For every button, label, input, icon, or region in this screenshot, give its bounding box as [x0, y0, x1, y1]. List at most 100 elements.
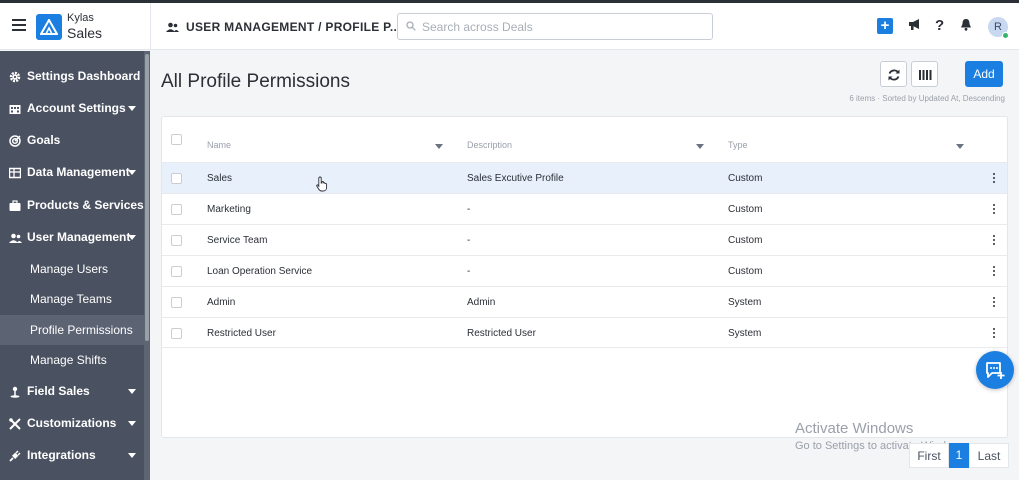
online-status-dot [1002, 32, 1009, 39]
row-checkbox[interactable] [171, 204, 182, 215]
sidebar-item-products-services[interactable]: Products & Services [0, 190, 144, 220]
chevron-down-icon [128, 421, 136, 426]
sidebar-item-label: Products & Services [27, 198, 144, 212]
chevron-down-icon [128, 106, 136, 111]
sidebar-subitem-manage-shifts[interactable]: Manage Shifts [0, 345, 144, 375]
building-icon [9, 102, 21, 114]
sidebar-item-data-management[interactable]: Data Management [0, 157, 144, 187]
column-header-description[interactable]: Description [467, 140, 512, 150]
cell-type: Custom [728, 204, 763, 215]
search-input[interactable] [422, 18, 702, 36]
sidebar-subitem-label: Manage Users [30, 262, 109, 276]
sidebar-subitem-label: Manage Teams [30, 292, 112, 306]
refresh-button[interactable] [880, 61, 907, 87]
cell-name[interactable]: Sales [207, 173, 232, 184]
sidebar-item-integrations[interactable]: Integrations [0, 440, 144, 470]
table-row[interactable]: Sales Sales Excutive Profile Custom [162, 162, 1007, 193]
sidebar-item-goals[interactable]: Goals [0, 125, 144, 155]
pagination-last[interactable]: Last [969, 443, 1009, 468]
table-row[interactable]: Restricted User Restricted User System [162, 317, 1007, 348]
cell-name[interactable]: Restricted User [207, 328, 276, 339]
column-header-name[interactable]: Name [207, 140, 231, 150]
cell-description: - [467, 235, 471, 246]
row-checkbox[interactable] [171, 173, 182, 184]
sidebar-subitem-label: Profile Permissions [30, 323, 133, 337]
plug-icon [9, 449, 21, 462]
cell-type: System [728, 328, 762, 339]
sidebar-subitem-manage-users[interactable]: Manage Users [0, 254, 144, 284]
hand-cursor-icon [316, 176, 328, 197]
more-options-icon[interactable] [993, 173, 996, 184]
cell-name[interactable]: Service Team [207, 235, 267, 246]
chevron-down-icon[interactable] [696, 144, 704, 149]
table-row[interactable]: Service Team - Custom [162, 224, 1007, 255]
cell-description: - [467, 204, 471, 215]
megaphone-icon[interactable] [908, 18, 922, 36]
sidebar-item-account-settings[interactable]: Account Settings [0, 93, 144, 123]
chat-add-icon [986, 362, 1005, 379]
bell-icon[interactable] [960, 18, 972, 36]
sidebar-item-label: Customizations [27, 416, 117, 430]
table-row[interactable]: Loan Operation Service - Custom [162, 255, 1007, 286]
cell-type: Custom [728, 173, 763, 184]
target-icon [9, 134, 21, 147]
cell-type: System [728, 297, 762, 308]
users-icon [166, 20, 179, 38]
chevron-down-icon[interactable] [956, 144, 964, 149]
more-options-icon[interactable] [993, 204, 996, 215]
sidebar-item-settings-dashboard[interactable]: Settings Dashboard [0, 61, 144, 91]
select-all-checkbox[interactable] [171, 134, 182, 145]
quick-add-button[interactable]: + [877, 18, 893, 34]
cell-name[interactable]: Marketing [207, 204, 251, 215]
chat-support-button[interactable] [976, 351, 1014, 389]
chevron-down-icon [128, 170, 136, 175]
app-header: Kylas Sales USER MANAGEMENT / PROFILE P.… [0, 3, 1019, 50]
chevron-down-icon[interactable] [435, 144, 443, 149]
add-button[interactable]: Add [965, 61, 1003, 87]
gear-icon [9, 70, 21, 83]
sidebar-item-label: Integrations [27, 448, 96, 462]
sidebar-item-label: Field Sales [27, 384, 90, 398]
sidebar-subitem-manage-teams[interactable]: Manage Teams [0, 284, 144, 314]
hamburger-menu-icon[interactable] [12, 19, 26, 31]
cell-description: Admin [467, 297, 496, 308]
sidebar-subitem-profile-permissions[interactable]: Profile Permissions [0, 315, 144, 345]
more-options-icon[interactable] [993, 328, 996, 339]
cell-description: - [467, 266, 471, 277]
search-icon [406, 21, 416, 31]
cell-name[interactable]: Admin [207, 297, 235, 308]
chevron-down-icon [128, 389, 136, 394]
cell-name[interactable]: Loan Operation Service [207, 266, 312, 277]
pin-icon [9, 385, 21, 398]
more-options-icon[interactable] [993, 235, 996, 246]
help-icon[interactable]: ? [935, 17, 944, 34]
sidebar-item-label: Settings Dashboard [27, 69, 141, 83]
sidebar-item-label: Goals [27, 133, 61, 147]
cell-type: Custom [728, 266, 763, 277]
pagination-current-page[interactable]: 1 [949, 443, 969, 468]
row-checkbox[interactable] [171, 235, 182, 246]
sidebar-item-label: Data Management [27, 165, 130, 179]
columns-button[interactable] [911, 61, 938, 87]
page-title: All Profile Permissions [161, 71, 350, 92]
more-options-icon[interactable] [993, 266, 996, 277]
sidebar-item-field-sales[interactable]: Field Sales [0, 376, 144, 406]
row-checkbox[interactable] [171, 328, 182, 339]
cell-description: Sales Excutive Profile [467, 173, 564, 184]
more-options-icon[interactable] [993, 297, 996, 308]
cell-type: Custom [728, 235, 763, 246]
global-search[interactable] [397, 13, 713, 40]
table-icon [8, 166, 22, 179]
sidebar-scrollbar-thumb[interactable] [145, 54, 149, 341]
row-checkbox[interactable] [171, 297, 182, 308]
sidebar-item-customizations[interactable]: Customizations [0, 408, 144, 438]
table-row[interactable]: Admin Admin System [162, 286, 1007, 317]
pagination-first[interactable]: First [909, 443, 949, 468]
briefcase-icon [9, 199, 21, 211]
tools-icon [9, 417, 21, 430]
cell-description: Restricted User [467, 328, 536, 339]
row-checkbox[interactable] [171, 266, 182, 277]
sidebar-item-user-management[interactable]: User Management [0, 222, 144, 252]
table-row[interactable]: Marketing - Custom [162, 193, 1007, 224]
column-header-type[interactable]: Type [728, 140, 748, 150]
